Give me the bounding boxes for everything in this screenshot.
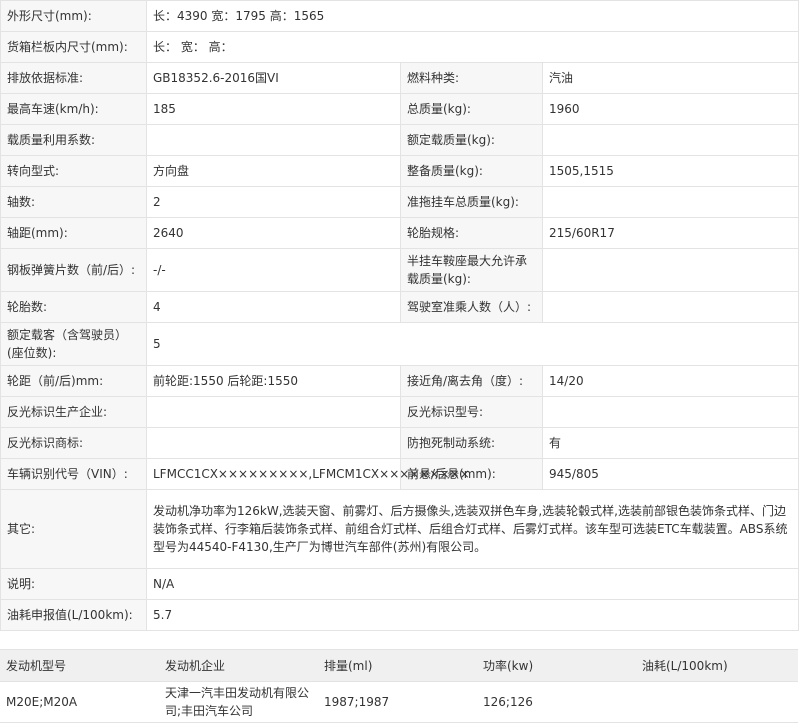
spec-value [541,291,800,323]
spec-label: 最高车速(km/h): [0,93,147,125]
spec-value [146,124,401,156]
spec-value: 2 [146,186,401,218]
spec-row: 车辆识别代号（VIN）: LFMCC1CX×××××××××,LFMCM1CX××… [0,458,800,490]
spec-label: 总质量(kg): [400,93,543,125]
spec-label: 外形尺寸(mm): [0,0,147,32]
spec-value: 1960 [541,93,800,125]
spec-label: 额定载质量(kg): [400,124,543,156]
engine-cell [636,681,798,723]
spec-label: 驾驶室准乘人数（人）: [400,291,543,323]
spec-row: 额定载客（含驾驶员）(座位数): 5 [0,322,800,366]
spec-row: 载质量利用系数: 额定载质量(kg): [0,124,800,156]
spec-row: 最高车速(km/h): 185 总质量(kg): 1960 [0,93,800,125]
spec-label: 轮距（前/后)mm: [0,365,147,397]
spec-label: 前悬/后悬(mm): [400,458,543,490]
engine-cell: 126;126 [477,681,636,723]
vehicle-spec-table: 外形尺寸(mm): 长：4390 宽：1795 高：1565 货箱栏板内尺寸(mm)… [0,0,800,631]
spec-row: 反光标识商标: 防抱死制动系统: 有 [0,427,800,459]
spec-row: 轴数: 2 准拖挂车总质量(kg): [0,186,800,218]
spec-value: 5 [145,322,800,366]
engine-row: M20E;M20A 天津一汽丰田发动机有限公司;丰田汽车公司 1987;1987 12… [0,681,798,723]
engine-column-header: 功率(kw) [477,649,636,682]
spec-label: 说明: [0,568,147,600]
spec-value: 方向盘 [146,155,401,187]
engine-cell: 天津一汽丰田发动机有限公司;丰田汽车公司 [159,681,318,723]
spec-value [146,396,401,428]
spec-value: 长： 宽： 高： [145,31,800,63]
spec-row: 轮胎数: 4 驾驶室准乘人数（人）: [0,291,800,323]
engine-table: 发动机型号 发动机企业 排量(ml) 功率(kw) 油耗(L/100km) M20E;M… [0,649,798,723]
spec-value: 2640 [146,217,401,249]
spec-row: 外形尺寸(mm): 长：4390 宽：1795 高：1565 [0,0,800,32]
engine-cell: M20E;M20A [0,681,159,723]
engine-header-row: 发动机型号 发动机企业 排量(ml) 功率(kw) 油耗(L/100km) [0,649,798,682]
engine-column-header: 发动机型号 [0,649,159,682]
spec-value: 有 [541,427,800,459]
engine-section: 发动机型号 发动机企业 排量(ml) 功率(kw) 油耗(L/100km) M20E;M… [0,649,798,723]
spec-label: 反光标识生产企业: [0,396,147,428]
spec-value: 1505,1515 [541,155,800,187]
spec-value [541,396,800,428]
spec-label: 半挂车鞍座最大允许承载质量(kg): [400,248,543,292]
spec-label: 额定载客（含驾驶员）(座位数): [0,322,147,366]
spec-row: 轴距(mm): 2640 轮胎规格: 215/60R17 [0,217,800,249]
spec-value: 185 [146,93,401,125]
spec-label: 反光标识商标: [0,427,147,459]
spec-label: 油耗申报值(L/100km): [0,599,147,631]
spec-value: 前轮距:1550 后轮距:1550 [146,365,401,397]
spec-value: 汽油 [541,62,800,94]
spec-value: 4 [146,291,401,323]
spec-row: 转向型式: 方向盘 整备质量(kg): 1505,1515 [0,155,800,187]
spec-label: 防抱死制动系统: [400,427,543,459]
spec-row: 其它: 发动机净功率为126kW,选装天窗、前雾灯、后方摄像头,选装双拼色车身,选… [0,489,800,569]
spec-label: 燃料种类: [400,62,543,94]
spec-label: 轮胎数: [0,291,147,323]
spec-value: LFMCC1CX×××××××××,LFMCM1CX××××××××× [146,458,470,490]
spec-label: 排放依据标准: [0,62,147,94]
spec-value: 945/805 [541,458,800,490]
spec-row: 钢板弹簧片数（前/后）: -/- 半挂车鞍座最大允许承载质量(kg): [0,248,800,292]
vehicle-spec-section: 外形尺寸(mm): 长：4390 宽：1795 高：1565 货箱栏板内尺寸(mm)… [0,0,800,631]
spec-row: 反光标识生产企业: 反光标识型号: [0,396,800,428]
spec-label: 转向型式: [0,155,147,187]
spec-label: 轴数: [0,186,147,218]
spec-value [146,427,401,459]
spec-value [541,186,800,218]
spec-label: 车辆识别代号（VIN）: [0,458,147,490]
spec-label: 轴距(mm): [0,217,147,249]
spec-value: 5.7 [145,599,800,631]
spec-label: 货箱栏板内尺寸(mm): [0,31,147,63]
spec-value: -/- [146,248,401,292]
engine-column-header: 排量(ml) [318,649,477,682]
spec-value [541,248,800,292]
spec-row: 轮距（前/后)mm: 前轮距:1550 后轮距:1550 接近角/离去角（度）: 14… [0,365,800,397]
spec-label: 其它: [0,489,147,569]
spec-row: 排放依据标准: GB18352.6-2016国VI 燃料种类: 汽油 [0,62,800,94]
spec-row: 货箱栏板内尺寸(mm): 长： 宽： 高： [0,31,800,63]
spec-row: 说明: N/A [0,568,800,600]
engine-cell: 1987;1987 [318,681,477,723]
spec-value: 发动机净功率为126kW,选装天窗、前雾灯、后方摄像头,选装双拼色车身,选装轮毂… [145,489,800,569]
spec-value [541,124,800,156]
spec-value: 长：4390 宽：1795 高：1565 [145,0,800,32]
spec-value: 215/60R17 [541,217,800,249]
spec-label: 钢板弹簧片数（前/后）: [0,248,147,292]
spec-value: GB18352.6-2016国VI [146,62,401,94]
spec-row: 油耗申报值(L/100km): 5.7 [0,599,800,631]
spec-value: N/A [145,568,800,600]
engine-column-header: 发动机企业 [159,649,318,682]
spec-label: 轮胎规格: [400,217,543,249]
spec-value: 14/20 [541,365,800,397]
spec-label: 整备质量(kg): [400,155,543,187]
spec-label: 接近角/离去角（度）: [400,365,543,397]
spec-label: 载质量利用系数: [0,124,147,156]
spec-label: 准拖挂车总质量(kg): [400,186,543,218]
spec-label: 反光标识型号: [400,396,543,428]
engine-column-header: 油耗(L/100km) [636,649,798,682]
